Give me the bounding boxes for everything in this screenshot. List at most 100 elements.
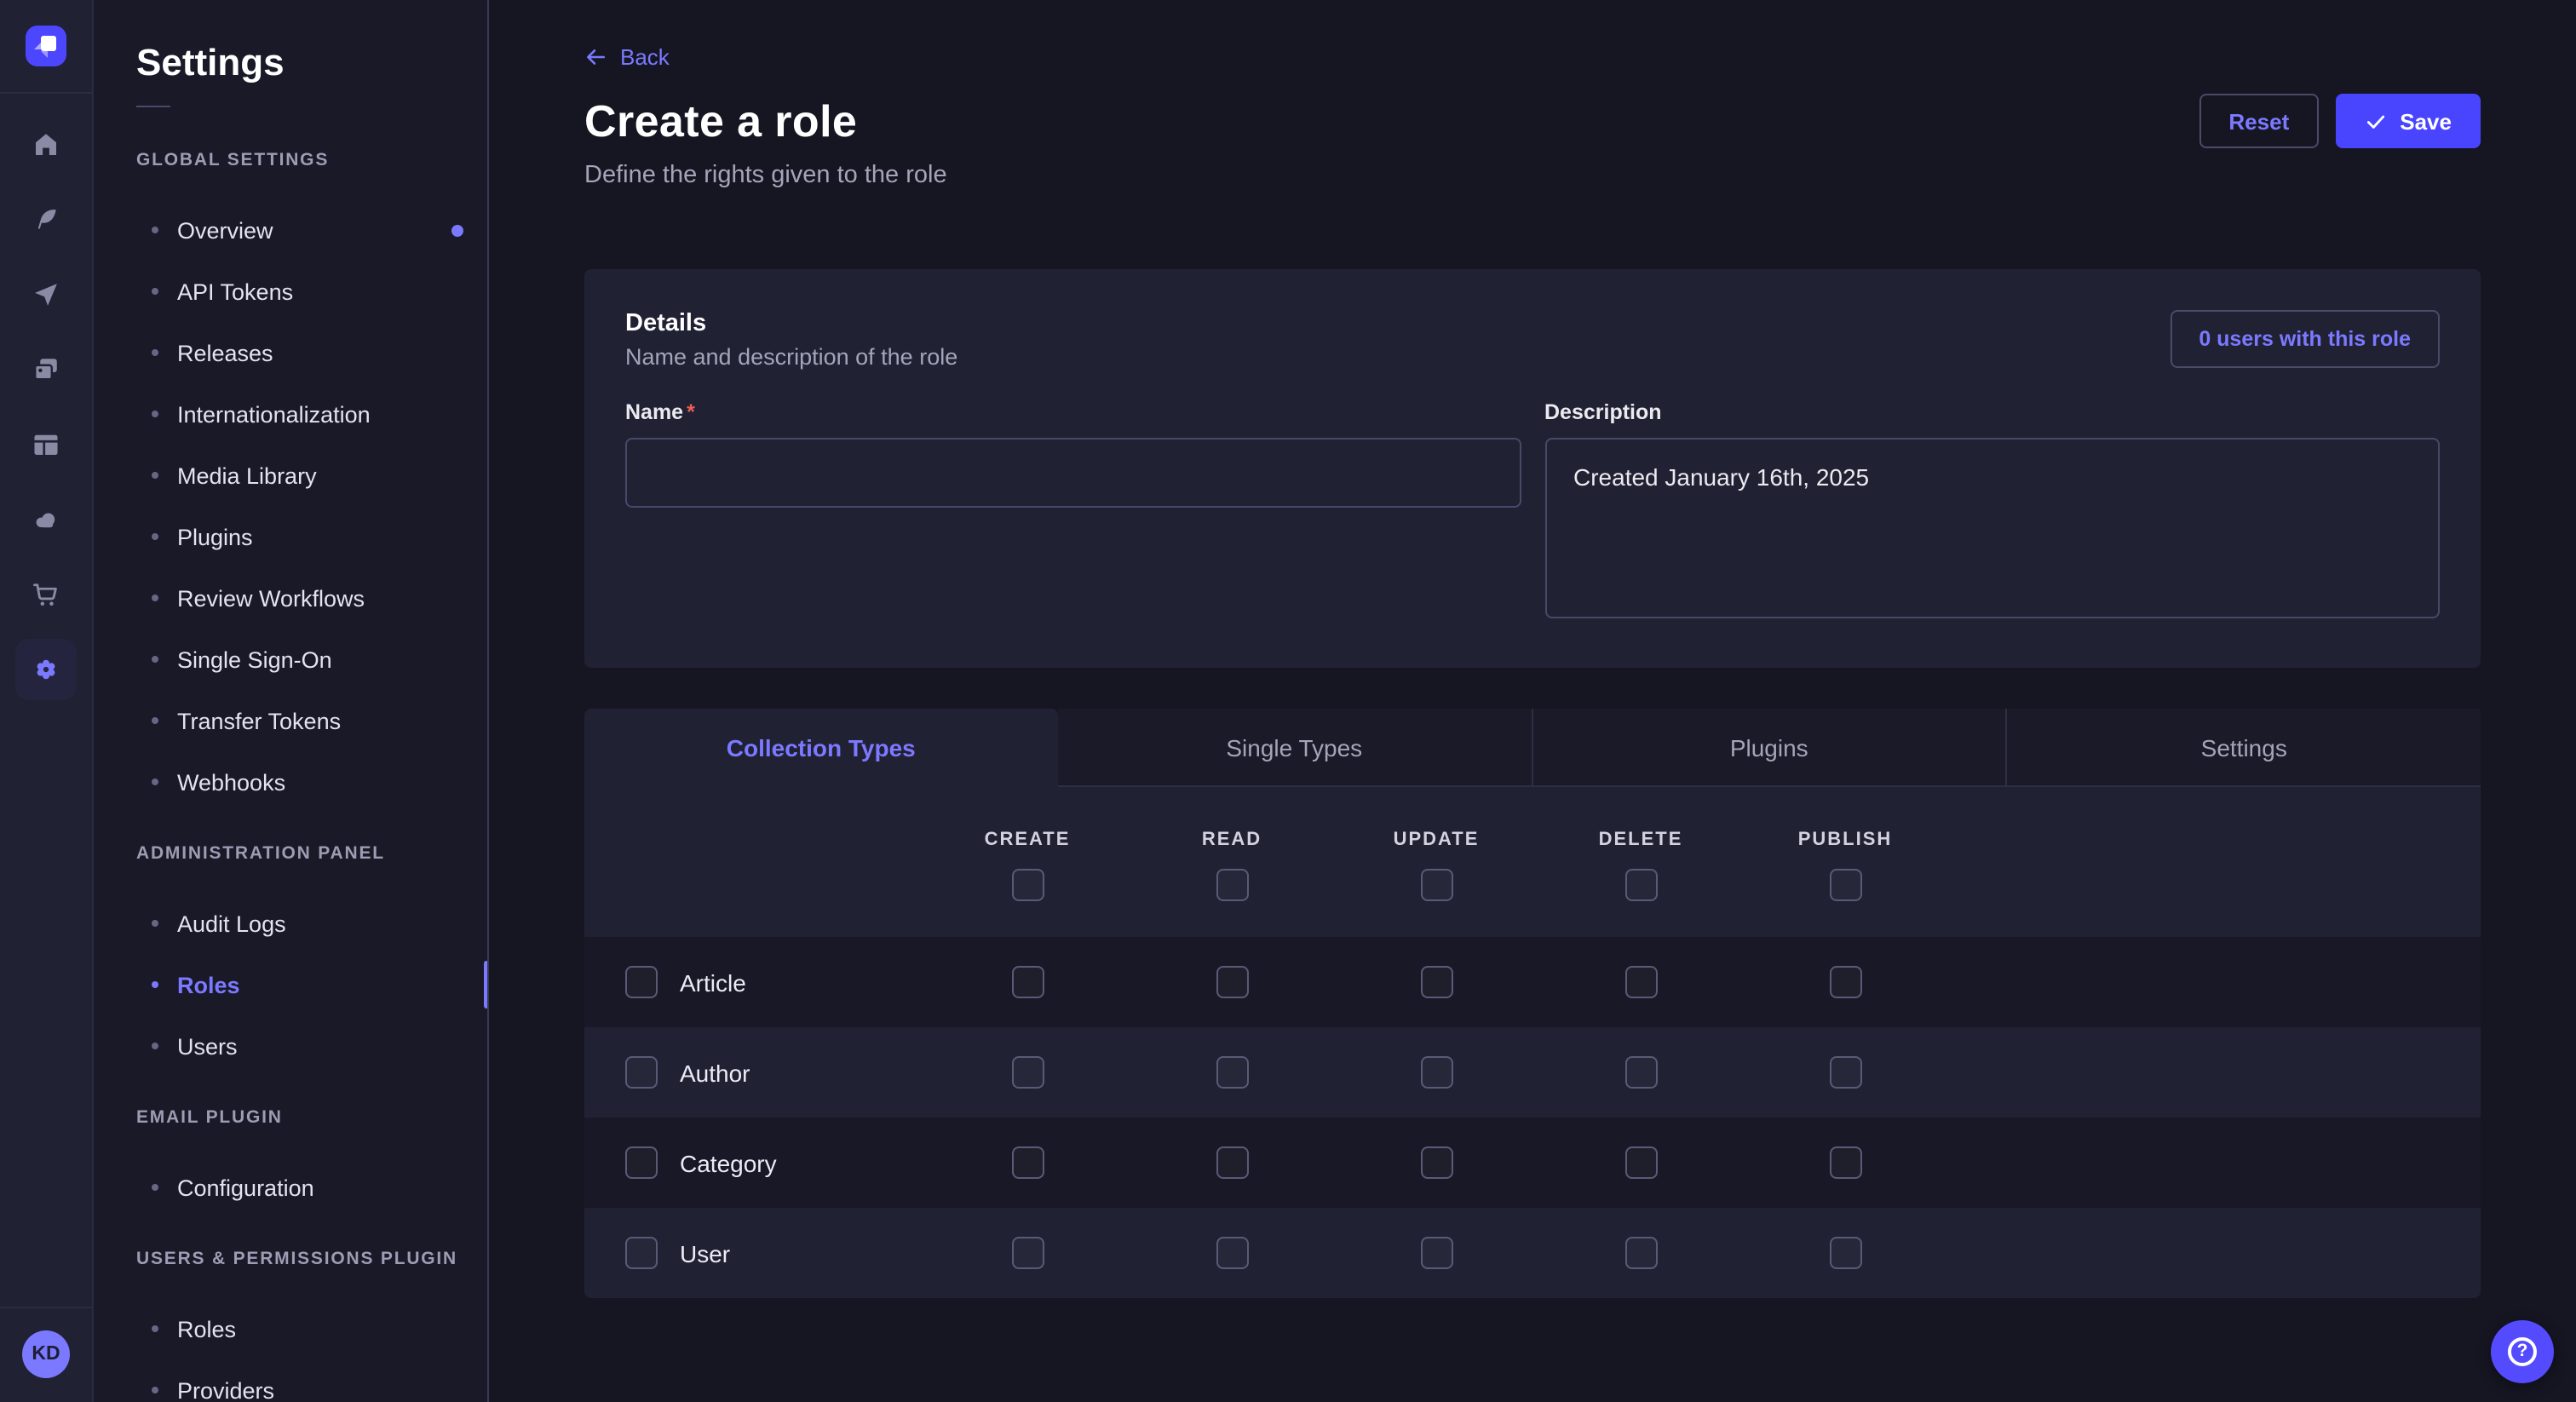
sidebar-item-review-workflows[interactable]: Review Workflows	[94, 567, 487, 629]
user-avatar[interactable]: KD	[22, 1330, 70, 1378]
table-row-author: Author	[584, 1027, 2481, 1118]
reset-button[interactable]: Reset	[2199, 94, 2318, 148]
settings-gear-icon[interactable]	[9, 632, 83, 707]
sidebar-item-users[interactable]: Users	[94, 1015, 487, 1077]
sidebar-item-webhooks[interactable]: Webhooks	[94, 751, 487, 813]
name-input[interactable]	[625, 438, 1521, 508]
sidebar-item-media-library[interactable]: Media Library	[94, 445, 487, 506]
select-all-publish-checkbox[interactable]	[1829, 869, 1861, 901]
category-update-checkbox[interactable]	[1420, 1146, 1452, 1179]
workspace-switcher[interactable]	[0, 0, 92, 94]
details-card-header: Details Name and description of the role…	[625, 310, 2440, 370]
cloud-icon[interactable]	[9, 482, 83, 557]
row-select-checkbox[interactable]	[625, 1146, 658, 1179]
notification-dot	[451, 224, 463, 236]
main-nav-rail: KD	[0, 0, 94, 1402]
sidebar-item-api-tokens[interactable]: API Tokens	[94, 261, 487, 322]
section-label: EMAIL PLUGIN	[136, 1106, 487, 1129]
author-publish-checkbox[interactable]	[1829, 1056, 1861, 1089]
user-publish-checkbox[interactable]	[1829, 1237, 1861, 1269]
select-all-create-checkbox[interactable]	[1011, 869, 1044, 901]
details-title: Details	[625, 310, 957, 337]
user-update-checkbox[interactable]	[1420, 1237, 1452, 1269]
sidebar-item-up-providers[interactable]: Providers	[94, 1359, 487, 1402]
page-title: Create a role	[584, 95, 857, 147]
sidebar-item-audit-logs[interactable]: Audit Logs	[94, 893, 487, 954]
article-create-checkbox[interactable]	[1011, 966, 1044, 998]
logo-fold	[34, 43, 41, 49]
category-read-checkbox[interactable]	[1216, 1146, 1248, 1179]
home-icon[interactable]	[9, 107, 83, 182]
user-create-checkbox[interactable]	[1011, 1237, 1044, 1269]
sidebar-item-transfer-tokens[interactable]: Transfer Tokens	[94, 690, 487, 751]
content-type-builder-layout-icon[interactable]	[9, 407, 83, 482]
select-all-delete-checkbox[interactable]	[1624, 869, 1657, 901]
name-label: Name*	[625, 400, 1521, 426]
sidebar-item-single-sign-on[interactable]: Single Sign-On	[94, 629, 487, 690]
row-label: Article	[680, 968, 746, 996]
strapi-logo-icon	[26, 26, 66, 66]
column-update: UPDATE	[1334, 828, 1538, 937]
sidebar-item-configuration[interactable]: Configuration	[94, 1157, 487, 1218]
row-select-checkbox[interactable]	[625, 966, 658, 998]
details-subtitle: Name and description of the role	[625, 344, 957, 370]
user-delete-checkbox[interactable]	[1624, 1237, 1657, 1269]
category-publish-checkbox[interactable]	[1829, 1146, 1861, 1179]
select-all-read-checkbox[interactable]	[1216, 869, 1248, 901]
back-link[interactable]: Back	[584, 44, 670, 70]
article-publish-checkbox[interactable]	[1829, 966, 1861, 998]
tab-plugins[interactable]: Plugins	[1531, 709, 2006, 787]
table-row-user: User	[584, 1208, 2481, 1298]
question-mark-icon: ?	[2508, 1337, 2537, 1366]
category-create-checkbox[interactable]	[1011, 1146, 1044, 1179]
name-field-group: Name*	[625, 400, 1521, 627]
bullet-icon	[152, 1043, 158, 1049]
sidebar-item-releases[interactable]: Releases	[94, 322, 487, 383]
logo-fold2	[41, 51, 48, 58]
content-manager-feather-icon[interactable]	[9, 182, 83, 257]
select-all-update-checkbox[interactable]	[1420, 869, 1452, 901]
tab-single-types[interactable]: Single Types	[1058, 709, 1532, 787]
bullet-icon	[152, 981, 158, 988]
tab-collection-types[interactable]: Collection Types	[584, 709, 1058, 787]
media-library-images-icon[interactable]	[9, 332, 83, 407]
category-delete-checkbox[interactable]	[1624, 1146, 1657, 1179]
subnav-section-global: GLOBAL SETTINGS Overview API Tokens Rele…	[94, 148, 487, 813]
subnav-title: Settings	[136, 41, 487, 85]
article-update-checkbox[interactable]	[1420, 966, 1452, 998]
bullet-icon	[152, 920, 158, 927]
column-publish: PUBLISH	[1743, 828, 1947, 937]
author-update-checkbox[interactable]	[1420, 1056, 1452, 1089]
author-read-checkbox[interactable]	[1216, 1056, 1248, 1089]
description-label: Description	[1544, 400, 2440, 426]
row-select-checkbox[interactable]	[625, 1056, 658, 1089]
user-read-checkbox[interactable]	[1216, 1237, 1248, 1269]
row-label: Category	[680, 1149, 777, 1176]
article-read-checkbox[interactable]	[1216, 966, 1248, 998]
app-root: KD Settings GLOBAL SETTINGS Overview API…	[0, 0, 2576, 1402]
bullet-icon	[152, 472, 158, 479]
subnav-section-email-plugin: EMAIL PLUGIN Configuration	[94, 1106, 487, 1218]
sidebar-item-overview[interactable]: Overview	[94, 199, 487, 261]
author-create-checkbox[interactable]	[1011, 1056, 1044, 1089]
marketplace-cart-icon[interactable]	[9, 557, 83, 632]
sidebar-item-plugins[interactable]: Plugins	[94, 506, 487, 567]
help-button[interactable]: ?	[2491, 1320, 2554, 1383]
row-label: Author	[680, 1059, 750, 1086]
sidebar-item-roles-active[interactable]: Roles	[94, 954, 487, 1015]
page-header: Create a role Reset Save	[584, 94, 2481, 148]
author-delete-checkbox[interactable]	[1624, 1056, 1657, 1089]
page-subtitle: Define the rights given to the role	[584, 162, 2481, 191]
permissions-tabs: Collection Types Single Types Plugins Se…	[584, 709, 2481, 787]
permissions-table-header: CREATE READ UPDATE DELETE PUBLISH	[584, 787, 2481, 937]
article-delete-checkbox[interactable]	[1624, 966, 1657, 998]
details-fields: Name* Description Created January 16th, …	[625, 400, 2440, 627]
description-textarea[interactable]: Created January 16th, 2025	[1544, 438, 2440, 618]
save-button[interactable]: Save	[2335, 94, 2481, 148]
release-send-icon[interactable]	[9, 257, 83, 332]
sidebar-item-up-roles[interactable]: Roles	[94, 1298, 487, 1359]
users-with-role-button[interactable]: 0 users with this role	[2170, 310, 2440, 368]
row-select-checkbox[interactable]	[625, 1237, 658, 1269]
tab-settings[interactable]: Settings	[2006, 709, 2481, 787]
sidebar-item-internationalization[interactable]: Internationalization	[94, 383, 487, 445]
